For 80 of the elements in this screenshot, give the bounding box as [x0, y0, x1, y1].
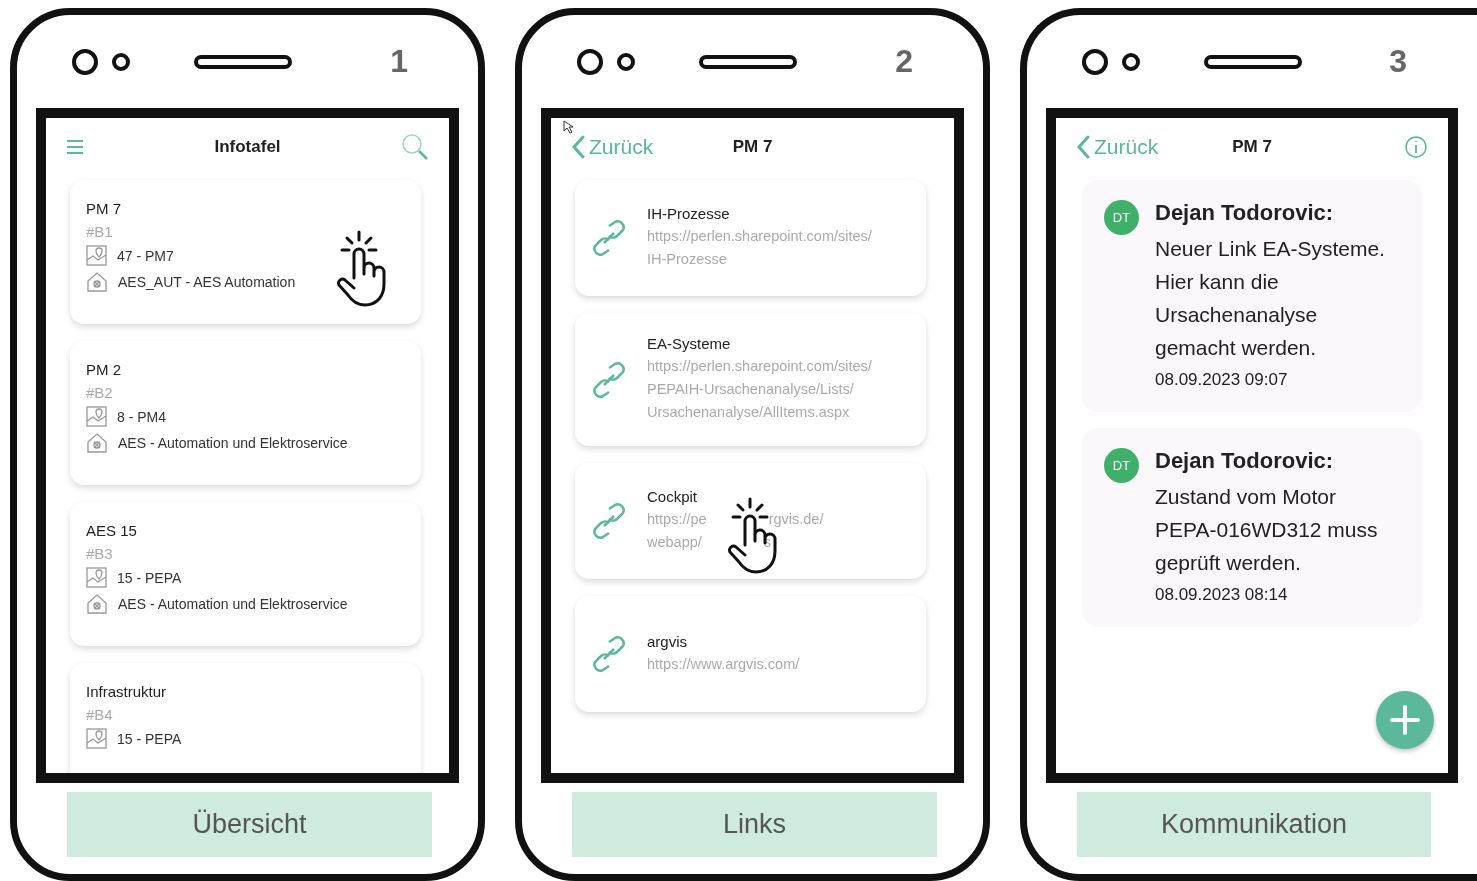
link-title: argvis	[647, 632, 688, 650]
message-time: 08.09.2023 09:07	[1155, 370, 1289, 390]
sensor-icon	[617, 52, 635, 71]
department-text: AES_AUT - AES Automation	[118, 274, 296, 290]
cursor-icon	[563, 120, 575, 134]
message-text: Zustand vom Motor PEPA-016WD312 muss geprüft werden.	[1155, 484, 1379, 576]
map-icon	[86, 728, 107, 749]
link-url: rgvis.de/	[768, 510, 824, 529]
link-title: IH-Prozesse	[647, 205, 731, 222]
card-title: Infrastruktur	[86, 683, 168, 700]
sensor-icon	[112, 52, 130, 71]
screen-caption: Kommunikation	[1077, 792, 1431, 857]
screen-title: Infotafel	[214, 137, 281, 157]
location-text: 15 - PEPA	[117, 569, 182, 586]
speaker-icon	[1204, 54, 1302, 69]
card-code: #B1	[86, 223, 114, 240]
link-url: https://pe	[647, 510, 707, 529]
link-icon	[591, 503, 627, 539]
avatar-circle: DT	[1104, 200, 1139, 235]
link-icon	[591, 220, 627, 256]
location-text: 8 - PM4	[117, 408, 166, 425]
link-url: https://perlen.sharepoint.com/sites/	[647, 357, 872, 376]
location-text: 47 - PM7	[117, 247, 174, 264]
link-url: webapp/	[647, 533, 702, 552]
map-icon	[86, 245, 107, 266]
link-url: https://perlen.sharepoint.com/sites/	[647, 227, 872, 246]
step-number: 1	[390, 43, 408, 80]
add-button[interactable]	[1376, 691, 1434, 749]
house-icon	[86, 271, 108, 293]
link-icon	[591, 636, 627, 672]
location-text: 15 - PEPA	[117, 730, 182, 747]
house-icon	[86, 432, 108, 454]
link-card[interactable]: EA-Systeme https://perlen.sharepoint.com/sites/ PEPAIH-Ursachenanalyse/Lists/ Ursachenanalyse/AllItems.aspx	[575, 313, 926, 446]
search-icon	[401, 133, 429, 161]
message-time: 08.09.2023 08:14	[1155, 585, 1289, 605]
sensor-icon	[1122, 52, 1140, 71]
link-url: https://www.argvis.com/	[647, 654, 800, 674]
info-icon	[1404, 135, 1428, 159]
speaker-icon	[699, 54, 797, 69]
map-icon	[86, 567, 107, 588]
link-card[interactable]: argvis https://www.argvis.com/	[575, 596, 926, 712]
camera-icon	[1082, 48, 1108, 75]
card-title: PM 7	[86, 200, 122, 217]
department-text: AES - Automation und Elektroservice	[118, 435, 348, 451]
message-author: Dejan Todorovic:	[1155, 448, 1335, 474]
screen-title: PM 7	[1232, 137, 1272, 157]
step-number: 2	[895, 43, 913, 80]
card-code: #B4	[86, 706, 114, 723]
plus-icon	[1390, 705, 1420, 735]
link-icon	[591, 361, 627, 398]
board-card[interactable]: PM 2 #B2 8 - PM4 AES - Automation und Elektroservice	[70, 341, 421, 485]
link-url: Ursachenanalyse/AllItems.aspx	[647, 403, 850, 422]
link-url: IH-Prozesse	[647, 250, 727, 269]
board-card[interactable]: Infrastruktur #B4 15 - PEPA	[70, 663, 421, 773]
step-number: 3	[1389, 43, 1407, 80]
speaker-icon	[194, 54, 292, 69]
menu-icon	[66, 139, 84, 155]
camera-icon	[72, 48, 98, 75]
board-card[interactable]: PM 7 #B1 47 - PM7 AES_AUT - AES Automation	[70, 180, 421, 324]
chevron-left-icon	[571, 135, 585, 159]
chevron-left-icon	[1076, 135, 1090, 159]
screen-caption: Links	[572, 792, 937, 857]
message-text: Neuer Link EA-Systeme. Hier kann die Ursachenanalyse gemacht werden.	[1155, 236, 1386, 361]
avatar-circle: DT	[1104, 448, 1139, 483]
link-url: PEPAIH-Ursachenanalyse/Lists/	[647, 380, 854, 399]
house-icon	[86, 593, 108, 615]
card-code: #B3	[86, 545, 114, 562]
link-title: EA-Systeme	[647, 335, 732, 352]
camera-icon	[577, 48, 603, 75]
link-card[interactable]: IH-Prozesse https://perlen.sharepoint.com/sites/ IH-Prozesse	[575, 180, 926, 296]
screen-caption: Übersicht	[67, 792, 432, 857]
card-code: #B2	[86, 384, 114, 401]
message-author: Dejan Todorovic:	[1155, 200, 1335, 226]
link-title: Cockpit	[647, 488, 699, 505]
screen-title: PM 7	[732, 137, 773, 157]
card-title: AES 15	[86, 522, 138, 539]
card-title: PM 2	[86, 361, 122, 378]
map-icon	[86, 406, 107, 427]
department-text: AES - Automation und Elektroservice	[118, 596, 348, 612]
board-card[interactable]: AES 15 #B3 15 - PEPA AES - Automation und Elektroservice	[70, 502, 421, 646]
